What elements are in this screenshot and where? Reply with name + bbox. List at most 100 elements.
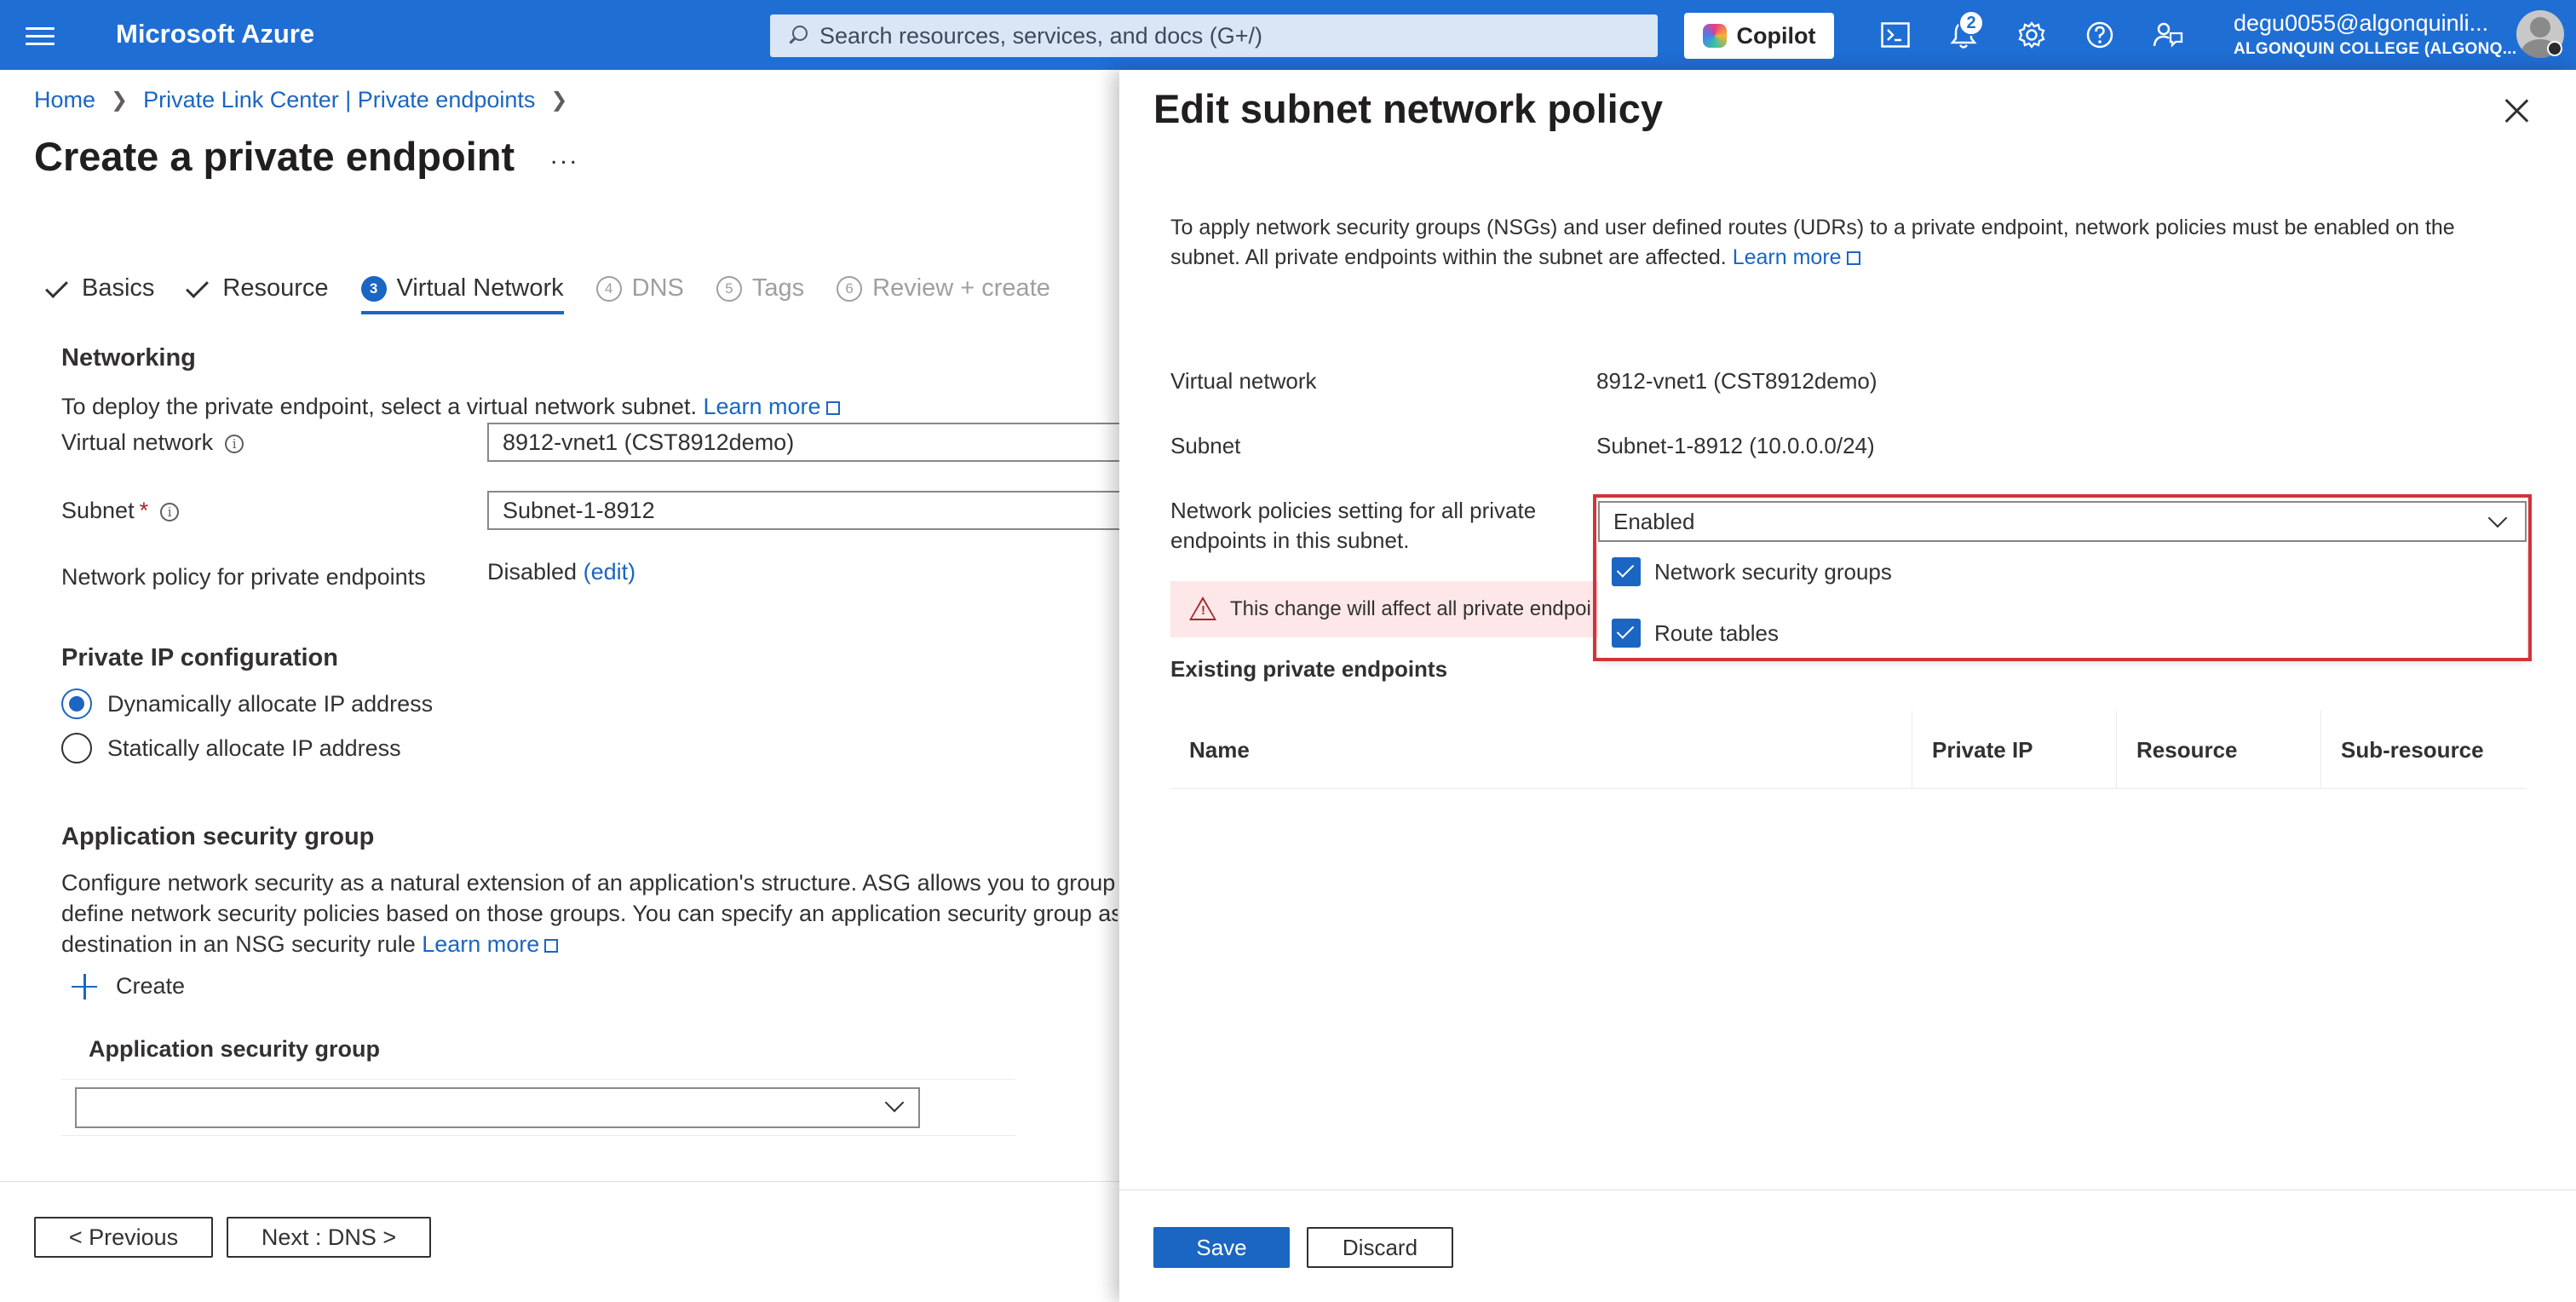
- asg-desc-line: define network security policies based o…: [61, 901, 1118, 926]
- tab-label: Virtual Network: [396, 274, 564, 302]
- step-number: 4: [595, 275, 622, 302]
- chevron-down-icon: [2487, 508, 2508, 528]
- chevron-right-icon: ❯: [111, 89, 129, 112]
- column-resource[interactable]: Resource: [2136, 711, 2238, 789]
- create-label: Create: [116, 973, 186, 999]
- existing-endpoints-heading: Existing private endpoints: [1170, 656, 1448, 682]
- checkbox-checked[interactable]: [1612, 557, 1641, 586]
- tab-tags[interactable]: 5 Tags: [716, 274, 804, 302]
- gear-icon[interactable]: [2015, 19, 2048, 51]
- asg-description: Configure network security as a natural …: [61, 867, 1118, 959]
- radio-button[interactable]: [61, 688, 92, 719]
- info-icon[interactable]: i: [160, 502, 180, 521]
- option-label: Route tables: [1654, 619, 1779, 646]
- asg-column-header: Application security group: [89, 1036, 381, 1062]
- warning-icon: !: [1189, 596, 1216, 622]
- option-network-security-groups[interactable]: Network security groups: [1612, 557, 1892, 586]
- vnet-label-text: Virtual network: [61, 429, 214, 455]
- panel-subnet-value: Subnet-1-8912 (10.0.0.0/24): [1596, 433, 1875, 458]
- subnet-field[interactable]: Subnet-1-8912: [487, 491, 1119, 530]
- more-options-icon[interactable]: ...: [550, 141, 579, 170]
- notification-badge: 2: [1958, 10, 1984, 36]
- option-route-tables[interactable]: Route tables: [1612, 619, 1779, 648]
- search-input[interactable]: [819, 22, 1637, 49]
- learn-more-link[interactable]: Learn more: [1733, 245, 1860, 269]
- tab-dns[interactable]: 4 DNS: [595, 274, 684, 302]
- wizard-tabs: Basics Resource 3 Virtual Network 4 DNS …: [46, 274, 1083, 314]
- help-icon[interactable]: [2084, 19, 2116, 51]
- policy-setting-label: Network policies setting for all private…: [1170, 496, 1536, 556]
- previous-button[interactable]: < Previous: [34, 1217, 213, 1258]
- cloud-shell-icon[interactable]: [1879, 19, 1912, 51]
- vnet-label: Virtual network i: [61, 429, 244, 456]
- external-link-icon: [825, 401, 840, 415]
- policy-setting-label-line: Network policies setting for all private: [1170, 498, 1537, 523]
- discard-button[interactable]: Discard: [1307, 1227, 1453, 1268]
- networking-desc-text: To deploy the private endpoint, select a…: [61, 394, 697, 419]
- column-divider: [2320, 711, 2321, 789]
- column-private-ip[interactable]: Private IP: [1932, 711, 2033, 789]
- app-title[interactable]: Microsoft Azure: [116, 19, 314, 49]
- radio-static-ip[interactable]: Statically allocate IP address: [61, 733, 401, 763]
- page-title: Create a private endpoint: [34, 134, 515, 179]
- panel-description: To apply network security groups (NSGs) …: [1170, 213, 2533, 273]
- external-link-icon: [544, 939, 559, 953]
- asg-dropdown[interactable]: [75, 1087, 920, 1128]
- global-search[interactable]: [770, 14, 1658, 57]
- checkmark-icon: [187, 281, 212, 297]
- radio-dynamic-ip[interactable]: Dynamically allocate IP address: [61, 688, 433, 719]
- networking-heading: Networking: [61, 344, 196, 372]
- policy-label: Network policy for private endpoints: [61, 564, 426, 590]
- menu-icon[interactable]: [26, 22, 55, 48]
- networking-description: To deploy the private endpoint, select a…: [61, 394, 840, 420]
- close-icon[interactable]: [2503, 97, 2530, 124]
- policy-options-list: Network security groups Route tables: [1598, 542, 2527, 658]
- panel-vnet-label: Virtual network: [1170, 368, 1317, 394]
- edit-subnet-policy-panel: Edit subnet network policy To apply netw…: [1119, 70, 2576, 1302]
- column-sub-resource[interactable]: Sub-resource: [2341, 711, 2484, 789]
- tab-virtual-network[interactable]: 3 Virtual Network: [360, 274, 564, 314]
- checkbox-checked[interactable]: [1612, 619, 1641, 648]
- learn-more-link[interactable]: Learn more: [703, 394, 840, 419]
- panel-desc-line: To apply network security groups (NSGs) …: [1170, 216, 2455, 239]
- vnet-field[interactable]: 8912-vnet1 (CST8912demo): [487, 423, 1119, 462]
- column-name[interactable]: Name: [1189, 711, 1250, 789]
- tab-label: Tags: [751, 274, 805, 302]
- policy-edit-link[interactable]: (edit): [584, 559, 636, 585]
- radio-button[interactable]: [61, 733, 92, 763]
- asg-heading: Application security group: [61, 823, 375, 850]
- chevron-down-icon: [884, 1092, 905, 1113]
- create-asg-button[interactable]: Create: [72, 973, 185, 1000]
- warning-banner: ! This change will affect all private en…: [1170, 581, 1613, 637]
- asg-desc-line: destination in an NSG security rule: [61, 931, 416, 957]
- option-label: Network security groups: [1654, 558, 1892, 585]
- learn-more-link[interactable]: Learn more: [422, 931, 559, 957]
- tab-basics[interactable]: Basics: [46, 274, 154, 302]
- next-dns-button[interactable]: Next : DNS >: [227, 1217, 431, 1258]
- external-link-icon: [1846, 251, 1860, 265]
- breadcrumb-home[interactable]: Home: [34, 87, 95, 113]
- feedback-icon[interactable]: [2152, 19, 2184, 51]
- policy-setting-dropdown[interactable]: Enabled: [1598, 501, 2527, 542]
- policy-value-text: Disabled: [487, 559, 578, 585]
- tab-resource[interactable]: Resource: [187, 274, 328, 302]
- tab-review-create[interactable]: 6 Review + create: [837, 274, 1050, 302]
- panel-subnet-label: Subnet: [1170, 433, 1241, 458]
- ip-config-heading: Private IP configuration: [61, 644, 338, 671]
- footer-divider: [0, 1181, 1119, 1182]
- policy-setting-value: Enabled: [1613, 508, 1695, 534]
- info-icon[interactable]: i: [225, 434, 244, 453]
- checkmark-icon: [46, 281, 72, 297]
- step-number: 5: [716, 275, 742, 302]
- copilot-icon: [1702, 24, 1727, 48]
- save-button[interactable]: Save: [1153, 1227, 1290, 1268]
- account-menu[interactable]: degu0055@algonquinli... ALGONQUIN COLLEG…: [2234, 10, 2516, 59]
- divider: [61, 1135, 1015, 1136]
- lock-icon: [2547, 41, 2562, 56]
- breadcrumb: Home ❯ Private Link Center | Private end…: [34, 87, 584, 113]
- copilot-button[interactable]: Copilot: [1684, 13, 1834, 59]
- learn-more-label: Learn more: [703, 394, 821, 419]
- search-icon: [785, 24, 809, 48]
- breadcrumb-private-link-center[interactable]: Private Link Center | Private endpoints: [143, 87, 535, 113]
- asg-desc-line: Configure network security as a natural …: [61, 870, 1118, 896]
